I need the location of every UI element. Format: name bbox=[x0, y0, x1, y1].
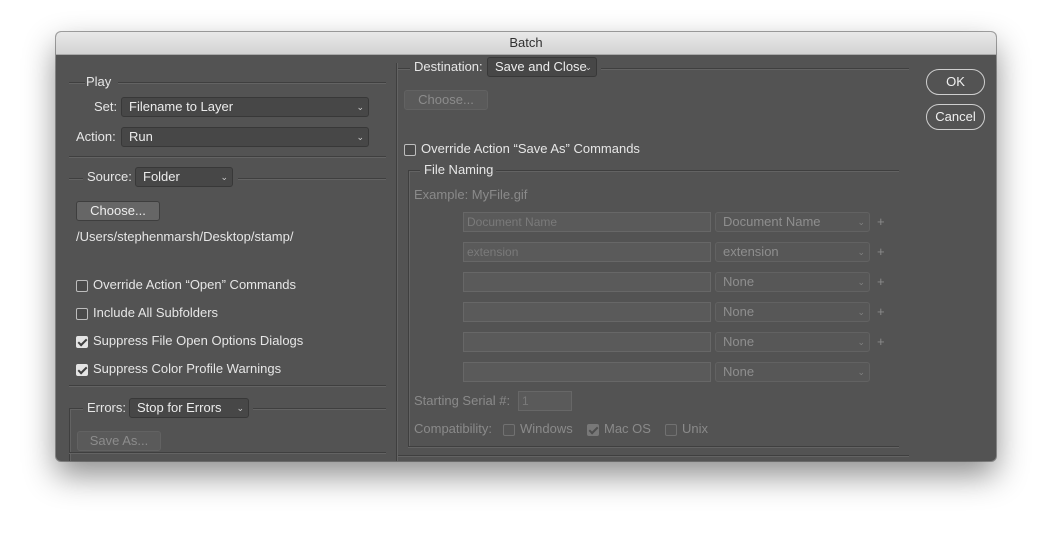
set-label: Set: bbox=[94, 99, 118, 114]
group-separator bbox=[69, 156, 386, 158]
source-label: Source: bbox=[87, 169, 132, 184]
naming-select-6-value: None bbox=[723, 364, 755, 379]
naming-field-4[interactable] bbox=[463, 302, 711, 322]
destination-label: Destination: bbox=[414, 59, 483, 74]
column-divider bbox=[396, 63, 398, 461]
destination-group-border bbox=[601, 68, 909, 70]
compat-unix-label: Unix bbox=[682, 421, 709, 436]
chevron-down-icon: ⌄ bbox=[584, 62, 592, 72]
override-open-label: Override Action “Open” Commands bbox=[93, 277, 297, 292]
errors-select[interactable]: Stop for Errors ⌄ bbox=[129, 398, 249, 418]
plus-icon[interactable]: + bbox=[877, 274, 885, 289]
file-naming-legend: File Naming bbox=[424, 162, 494, 177]
play-group-border bbox=[69, 82, 85, 84]
file-naming-group-border bbox=[408, 446, 899, 448]
errors-group-border bbox=[253, 408, 386, 410]
serial-field[interactable]: 1 bbox=[518, 391, 572, 411]
chevron-down-icon: ⌄ bbox=[857, 367, 865, 377]
checkbox-icon[interactable] bbox=[76, 336, 88, 348]
chevron-down-icon: ⌄ bbox=[236, 403, 244, 413]
group-separator bbox=[398, 455, 909, 457]
play-group-border bbox=[118, 82, 386, 84]
naming-select-1[interactable]: Document Name ⌄ bbox=[715, 212, 870, 232]
checkbox-icon[interactable] bbox=[587, 424, 599, 436]
compatibility-label: Compatibility: bbox=[414, 421, 493, 436]
naming-select-1-value: Document Name bbox=[723, 214, 821, 229]
compat-windows-label: Windows bbox=[520, 421, 573, 436]
naming-field-1[interactable]: Document Name bbox=[463, 212, 711, 232]
action-label: Action: bbox=[76, 129, 116, 144]
source-group-border bbox=[238, 178, 386, 180]
chevron-down-icon: ⌄ bbox=[857, 247, 865, 257]
chevron-down-icon: ⌄ bbox=[356, 102, 364, 112]
chevron-down-icon: ⌄ bbox=[857, 307, 865, 317]
source-select[interactable]: Folder ⌄ bbox=[135, 167, 233, 187]
checkbox-icon[interactable] bbox=[76, 364, 88, 376]
naming-select-2[interactable]: extension ⌄ bbox=[715, 242, 870, 262]
plus-icon[interactable]: + bbox=[877, 334, 885, 349]
group-separator bbox=[69, 452, 386, 454]
checkbox-icon[interactable] bbox=[665, 424, 677, 436]
group-separator bbox=[69, 385, 386, 387]
source-choose-button[interactable]: Choose... bbox=[76, 201, 160, 221]
suppress-open-options-label: Suppress File Open Options Dialogs bbox=[93, 333, 304, 348]
set-select-value: Filename to Layer bbox=[129, 99, 234, 114]
action-select[interactable]: Run ⌄ bbox=[121, 127, 369, 147]
destination-choose-button[interactable]: Choose... bbox=[404, 90, 488, 110]
action-select-value: Run bbox=[129, 129, 153, 144]
override-save-as-label: Override Action “Save As” Commands bbox=[421, 141, 640, 156]
naming-select-5[interactable]: None ⌄ bbox=[715, 332, 870, 352]
naming-select-3[interactable]: None ⌄ bbox=[715, 272, 870, 292]
checkbox-icon[interactable] bbox=[76, 280, 88, 292]
file-naming-example: Example: MyFile.gif bbox=[414, 187, 528, 202]
chevron-down-icon: ⌄ bbox=[857, 217, 865, 227]
naming-select-4[interactable]: None ⌄ bbox=[715, 302, 870, 322]
batch-dialog: Batch Play Set: Filename to Layer ⌄ Acti… bbox=[56, 32, 996, 461]
naming-field-6[interactable] bbox=[463, 362, 711, 382]
play-legend: Play bbox=[86, 74, 112, 89]
destination-group-border bbox=[398, 68, 410, 70]
cancel-button[interactable]: Cancel bbox=[926, 104, 985, 130]
naming-select-6[interactable]: None ⌄ bbox=[715, 362, 870, 382]
checkbox-icon[interactable] bbox=[503, 424, 515, 436]
plus-icon[interactable]: + bbox=[877, 304, 885, 319]
checkbox-icon[interactable] bbox=[76, 308, 88, 320]
destination-select-value: Save and Close bbox=[495, 59, 587, 74]
naming-select-4-value: None bbox=[723, 304, 755, 319]
checkbox-icon[interactable] bbox=[404, 144, 416, 156]
plus-icon[interactable]: + bbox=[877, 244, 885, 259]
source-path: /Users/stephenmarsh/Desktop/stamp/ bbox=[76, 229, 294, 244]
errors-label: Errors: bbox=[87, 400, 126, 415]
dialog-content: Play Set: Filename to Layer ⌄ Action: Ru… bbox=[56, 55, 996, 461]
ok-button[interactable]: OK bbox=[926, 69, 985, 95]
include-subfolders-label: Include All Subfolders bbox=[93, 305, 219, 320]
naming-select-5-value: None bbox=[723, 334, 755, 349]
chevron-down-icon: ⌄ bbox=[857, 277, 865, 287]
suppress-color-warnings-label: Suppress Color Profile Warnings bbox=[93, 361, 282, 376]
destination-select[interactable]: Save and Close ⌄ bbox=[487, 57, 597, 77]
errors-group-border bbox=[69, 408, 83, 410]
chevron-down-icon: ⌄ bbox=[857, 337, 865, 347]
errors-select-value: Stop for Errors bbox=[137, 400, 222, 415]
chevron-down-icon: ⌄ bbox=[220, 172, 228, 182]
file-naming-group-border bbox=[496, 170, 899, 172]
naming-field-3[interactable] bbox=[463, 272, 711, 292]
compat-macos-label: Mac OS bbox=[604, 421, 651, 436]
errors-save-as-button[interactable]: Save As... bbox=[77, 431, 161, 451]
plus-icon[interactable]: + bbox=[877, 214, 885, 229]
serial-label: Starting Serial #: bbox=[414, 393, 511, 408]
naming-select-3-value: None bbox=[723, 274, 755, 289]
naming-select-2-value: extension bbox=[723, 244, 779, 259]
window-title: Batch bbox=[56, 32, 996, 55]
chevron-down-icon: ⌄ bbox=[356, 132, 364, 142]
source-select-value: Folder bbox=[143, 169, 180, 184]
naming-field-2[interactable]: extension bbox=[463, 242, 711, 262]
naming-field-5[interactable] bbox=[463, 332, 711, 352]
source-group-border bbox=[69, 178, 83, 180]
file-naming-group-border bbox=[408, 171, 410, 447]
set-select[interactable]: Filename to Layer ⌄ bbox=[121, 97, 369, 117]
